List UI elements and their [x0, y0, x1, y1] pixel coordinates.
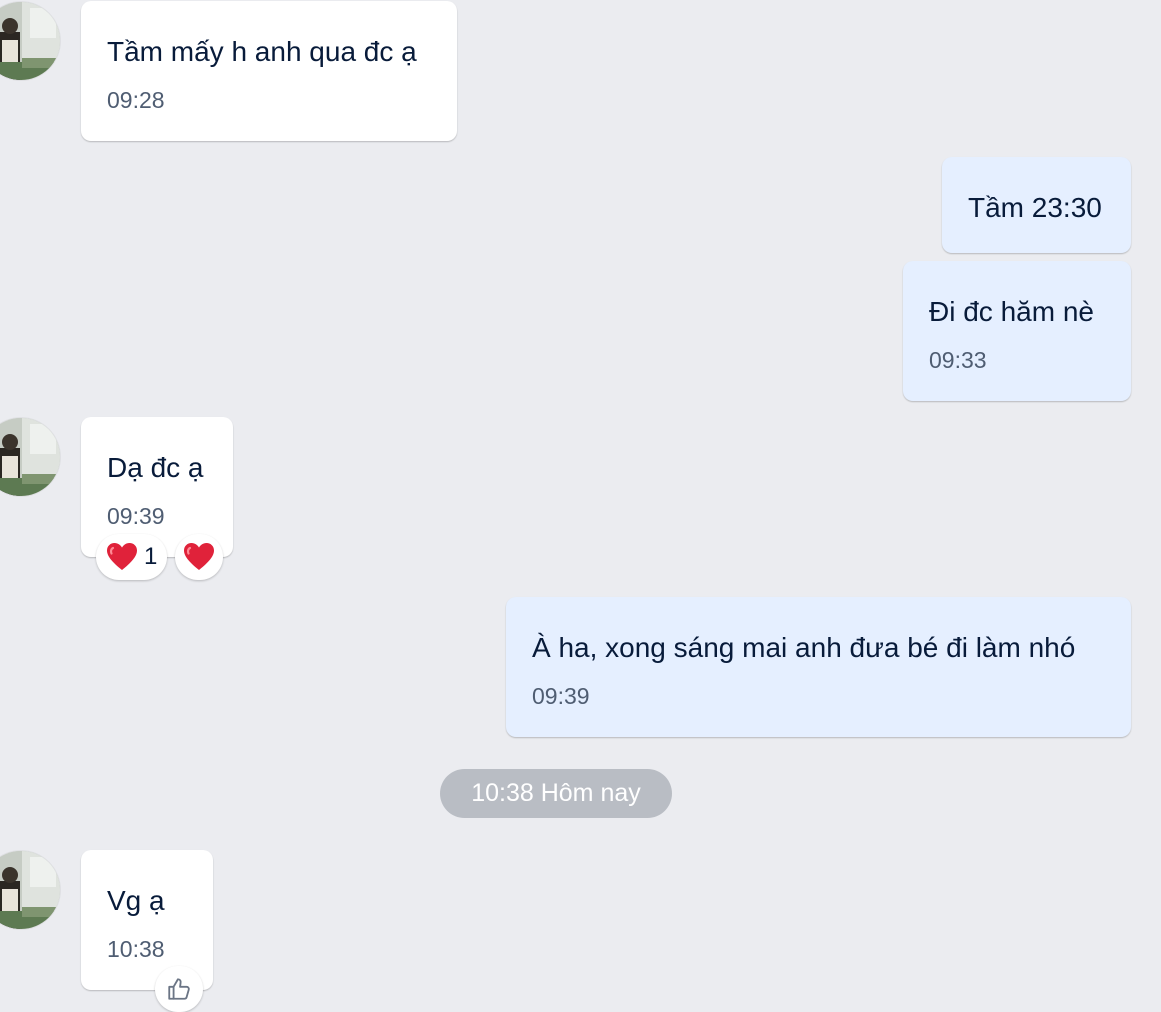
message-bubble-outgoing[interactable]: À ha, xong sáng mai anh đưa bé đi làm nh…	[506, 597, 1131, 737]
message-text: À ha, xong sáng mai anh đưa bé đi làm nh…	[532, 632, 1076, 663]
message-time: 09:39	[532, 683, 590, 709]
message-time: 09:33	[929, 347, 987, 373]
reaction-count-chip[interactable]: 1	[96, 534, 167, 580]
message-text: Tầm mấy h anh qua đc ạ	[107, 36, 417, 67]
message-time: 09:39	[107, 503, 165, 529]
heart-emoji-icon	[106, 542, 138, 572]
date-separator: 10:38 Hôm nay	[440, 769, 672, 818]
message-time: 10:38	[107, 936, 165, 962]
like-reaction-button[interactable]	[155, 966, 203, 1012]
message-bubble-incoming[interactable]: Vg ạ 10:38	[81, 850, 213, 990]
reaction-count: 1	[144, 543, 158, 570]
thumbs-up-icon	[168, 978, 190, 1000]
contact-avatar[interactable]	[0, 851, 60, 929]
react-heart-button[interactable]	[175, 534, 223, 580]
message-text: Vg ạ	[107, 885, 165, 916]
message-text: Đi đc hăm nè	[929, 296, 1094, 327]
contact-avatar[interactable]	[0, 2, 60, 80]
message-bubble-incoming[interactable]: Tầm mấy h anh qua đc ạ 09:28	[81, 1, 457, 141]
message-text: Tầm 23:30	[968, 192, 1102, 223]
heart-emoji-icon	[183, 542, 215, 572]
message-bubble-outgoing[interactable]: Tầm 23:30	[942, 157, 1131, 253]
message-text: Dạ đc ạ	[107, 452, 204, 483]
contact-avatar[interactable]	[0, 418, 60, 496]
message-bubble-outgoing[interactable]: Đi đc hăm nè 09:33	[903, 261, 1131, 401]
message-time: 09:28	[107, 87, 165, 113]
